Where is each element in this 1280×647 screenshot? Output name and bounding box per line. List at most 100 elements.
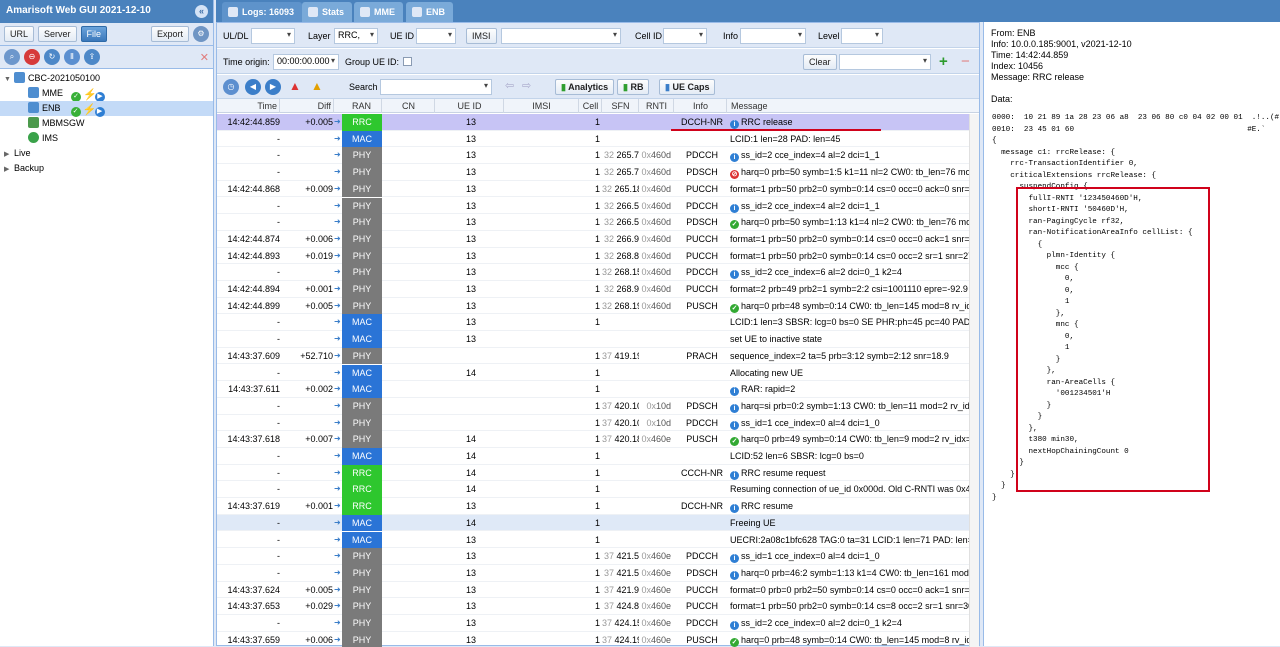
time-cell: - xyxy=(277,334,280,345)
preset-select[interactable] xyxy=(839,54,931,70)
log-row[interactable]: 14:43:37.624 +0.005 ➜ PHY 13 1 37 421.9 0x460e P… xyxy=(217,581,969,599)
delete-icon[interactable]: ✕ xyxy=(200,51,209,64)
log-row[interactable]: - ➜ MAC 14 1 Freeing UE xyxy=(217,514,969,532)
col-cell[interactable]: Cell xyxy=(580,99,602,113)
log-row[interactable]: 14:42:44.899 +0.005➜PHY 13 132 268.190x460d… xyxy=(217,297,969,315)
tree-node-mme[interactable]: MME ✓ ⚡▶ xyxy=(0,86,213,102)
search-prev-icon[interactable]: ⇦ xyxy=(505,79,514,92)
uldl-select[interactable] xyxy=(251,28,295,44)
log-row[interactable]: - ➜ MAC 13 1 UECRI:2a08c1bfc628 TAG:0 ta=31 L… xyxy=(217,531,969,549)
tree-node-enb[interactable]: ENB ✓ ⚡▶ xyxy=(0,101,213,117)
log-row[interactable]: 14:43:37.611 +0.002 ➜ MAC 1 i RAR: rapid=2 xyxy=(217,381,969,398)
collapse-panel-icon[interactable]: « xyxy=(195,5,208,18)
refresh-icon[interactable]: ↻ xyxy=(44,49,60,65)
direction-arrow-icon: ➜ xyxy=(334,501,341,511)
log-row[interactable]: 14:43:37.618 +0.007➜PHY 14 137 420.180x460e… xyxy=(217,431,969,448)
col-imsi[interactable]: IMSI xyxy=(505,99,579,113)
arrow-right-icon[interactable]: ▶ xyxy=(265,79,281,95)
log-row[interactable]: 14:43:37.609 +52.710➜PHY 137 419.19 PRACH se… xyxy=(217,347,969,365)
rnti-cell xyxy=(641,381,671,398)
export-button[interactable]: Export xyxy=(150,26,189,42)
cellid-select[interactable] xyxy=(663,28,707,44)
col-diff[interactable]: Diff xyxy=(281,99,334,113)
stop-icon[interactable]: ⊖ xyxy=(24,49,40,65)
col-message[interactable]: Message xyxy=(728,99,978,113)
search-input[interactable] xyxy=(380,79,492,95)
url-button[interactable]: URL xyxy=(4,26,35,42)
log-row[interactable]: - ➜PHY 13 137 424.150x460e PDCCH iss_id=2 cce… xyxy=(217,615,969,632)
tab-mme[interactable]: MME xyxy=(354,2,403,22)
clear-button[interactable]: Clear xyxy=(803,54,837,70)
log-row[interactable]: - ➜ PHY 13 1 32 266.5 0x460d PDSCH ✓ harq=0 prb=5… xyxy=(217,214,969,231)
log-row[interactable]: - ➜ RRC 14 1 Resuming connection of ue_id 0x0… xyxy=(217,481,969,499)
tree-node-ims[interactable]: IMS xyxy=(0,131,213,146)
log-row[interactable]: 14:43:37.659 +0.006➜PHY 13 137 424.190x460e… xyxy=(217,631,969,647)
col-time[interactable]: Time xyxy=(217,99,280,113)
log-row[interactable]: - ➜ PHY 13 1 37 421.5 0x460e PDSCH i harq=0 prb=4… xyxy=(217,564,969,582)
log-row[interactable]: - ➜ PHY 13 1 32 265.7 0x460d PDSCH ⊘ harq=0 prb=5… xyxy=(217,164,969,181)
settings-icon[interactable]: ⚙ xyxy=(193,26,209,42)
group-ueid-checkbox[interactable] xyxy=(403,57,412,66)
remove-icon[interactable]: − xyxy=(961,54,970,69)
col-rnti[interactable]: RNTI xyxy=(640,99,674,113)
search-next-icon[interactable]: ⇨ xyxy=(522,79,531,92)
log-row[interactable]: - ➜ MAC 14 1 Allocating new UE xyxy=(217,364,969,382)
file-button[interactable]: File xyxy=(80,26,108,42)
expand-arrow-icon[interactable]: ▶ xyxy=(4,162,14,177)
log-row[interactable]: - ➜ PHY 13 1 32 265.7 0x460d PDCCH i ss_id=2 cce_… xyxy=(217,147,969,165)
log-row[interactable]: - ➜ MAC 14 1 LCID:52 len=6 SBSR: lcg=0 bs=0 xyxy=(217,448,969,465)
log-row[interactable]: - ➜ MAC 13 1 LCID:1 len=3 SBSR: lcg=0 bs=0 SE… xyxy=(217,314,969,332)
clock-icon[interactable]: ◷ xyxy=(223,79,239,95)
rnti-value: 10d xyxy=(655,417,671,428)
log-row[interactable]: - ➜PHY 13 132 268.150x460d PDCCH iss_id=2 cce… xyxy=(217,264,969,281)
level-select[interactable] xyxy=(841,28,883,44)
tab-enb[interactable]: ENB xyxy=(406,2,454,22)
tree-node-mbmsgw[interactable]: MBMSGW xyxy=(0,116,213,131)
tab-stats[interactable]: Stats xyxy=(302,2,353,22)
rnti-prefix: 0x xyxy=(641,233,651,244)
arrow-left-icon[interactable]: ◀ xyxy=(245,79,261,95)
log-row[interactable]: 14:43:37.619 +0.001 ➜ RRC 13 1 DCCH-NR i RRC res… xyxy=(217,498,969,515)
tree-node-root[interactable]: ▼ CBC-2021050100 xyxy=(0,71,213,86)
add-icon[interactable]: + xyxy=(939,54,948,69)
error-filter-icon[interactable]: ▲ xyxy=(289,79,301,93)
sfn-cell: 37 420.10 xyxy=(602,398,639,415)
imsi-select[interactable] xyxy=(501,28,621,44)
tree-node-live[interactable]: ▶ Live xyxy=(0,146,213,161)
pause-icon[interactable]: Ⅱ xyxy=(64,49,80,65)
log-row[interactable]: 14:42:44.894 +0.001 ➜ PHY 13 1 32 268.9 0x460d P… xyxy=(217,281,969,298)
ueid-select[interactable] xyxy=(416,28,456,44)
log-row[interactable]: - ➜ MAC 13 set UE to inactive state xyxy=(217,331,969,348)
log-row[interactable]: 14:42:44.874 +0.006 ➜ PHY 13 1 32 266.9 0x460d P… xyxy=(217,230,969,248)
export-log-icon[interactable]: ⇪ xyxy=(84,49,100,65)
log-row[interactable]: -➜PHY137 420.100x10dPDCCHiss_id=1 cce_in… xyxy=(217,414,969,432)
log-row[interactable]: -➜PHY137 420.100x10dPDSCHiharq=si prb=0:… xyxy=(217,397,969,415)
col-sfn[interactable]: SFN xyxy=(603,99,639,113)
analytics-button[interactable]: ▮ Analytics xyxy=(555,79,615,95)
rb-button[interactable]: ▮ RB xyxy=(617,79,650,95)
uecaps-button[interactable]: ▮ UE Caps xyxy=(659,79,716,95)
tree-node-backup[interactable]: ▶ Backup xyxy=(0,161,213,176)
log-row[interactable]: - ➜ PHY 13 1 37 421.5 0x460e PDCCH i ss_id=1 cce_… xyxy=(217,548,969,565)
server-button[interactable]: Server xyxy=(38,26,77,42)
layer-select[interactable]: RRC, xyxy=(334,28,378,44)
vertical-scrollbar[interactable] xyxy=(969,114,979,647)
expand-arrow-icon[interactable]: ▼ xyxy=(4,72,14,87)
info-select[interactable] xyxy=(740,28,806,44)
search-icon[interactable]: ⌕ xyxy=(4,49,20,65)
col-info[interactable]: Info xyxy=(675,99,727,113)
tab-logs[interactable]: Logs: 16093 xyxy=(222,2,303,22)
log-row[interactable]: - ➜ MAC 13 1 LCID:1 len=28 PAD: len=45 xyxy=(217,130,969,148)
imsi-button[interactable]: IMSI xyxy=(466,28,497,44)
time-origin-input[interactable]: 00:00:00.000 xyxy=(273,54,339,70)
log-row[interactable]: 14:43:37.653 +0.029 ➜ PHY 13 1 37 424.8 0x460e P… xyxy=(217,598,969,615)
col-ueid[interactable]: UE ID xyxy=(436,99,504,113)
log-row[interactable]: 14:42:44.868 +0.009➜PHY 13 132 265.180x460d… xyxy=(217,180,969,198)
log-row[interactable]: - ➜ PHY 13 1 32 266.5 0x460d PDCCH i ss_id=2 cce_… xyxy=(217,197,969,215)
log-row[interactable]: - ➜ RRC 14 1 CCCH-NR i RRC resume request xyxy=(217,464,969,482)
col-cn[interactable]: CN xyxy=(383,99,435,113)
expand-arrow-icon[interactable]: ▶ xyxy=(4,147,14,162)
log-row[interactable]: 14:42:44.893 +0.019 ➜ PHY 13 1 32 268.8 0x460d P… xyxy=(217,247,969,265)
col-ran[interactable]: RAN xyxy=(342,99,382,113)
warning-filter-icon[interactable]: ▲ xyxy=(311,79,323,93)
